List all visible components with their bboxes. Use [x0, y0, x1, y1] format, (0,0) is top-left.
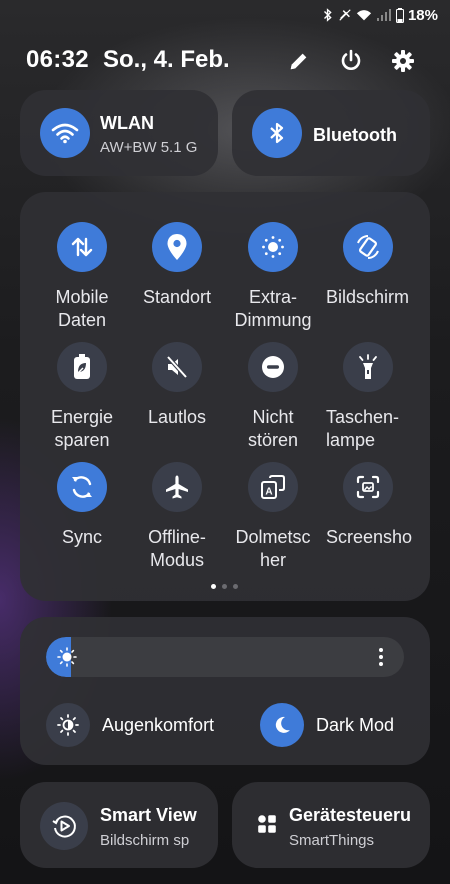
bluetooth-tile[interactable]: Bluetooth: [232, 90, 430, 176]
smart-view-subtitle: Bildschirm sp: [100, 832, 190, 849]
battery-status-icon: [395, 7, 404, 23]
qs-toggle-screenshot[interactable]: [343, 462, 393, 512]
qs-toggle-extra-dim[interactable]: [248, 222, 298, 272]
qs-label-mobile-data: Mobile Daten: [55, 287, 109, 330]
smart-view-tile[interactable]: Smart View Bildschirm sp: [20, 782, 218, 868]
qs-toggle-sync[interactable]: [57, 462, 107, 512]
qs-label-auto-rotate: Bildschirm: [326, 287, 410, 307]
device-control-subtitle: SmartThings: [289, 832, 375, 849]
flashlight-icon: [356, 353, 380, 381]
clock: 06:32: [26, 46, 89, 73]
sun-icon: [57, 647, 77, 667]
page-dot: [233, 584, 238, 589]
qs-toggle-mute[interactable]: [152, 342, 202, 392]
qs-toggle-battery-saver[interactable]: [57, 342, 107, 392]
dark-mode-label: Dark Mod: [316, 714, 395, 735]
location-icon: [166, 233, 188, 261]
eye-comfort-toggle[interactable]: Augenkomfort: [46, 703, 214, 747]
page-dot: [211, 584, 216, 589]
qs-toggle-auto-rotate[interactable]: [343, 222, 393, 272]
settings-button[interactable]: [386, 44, 420, 78]
smart-view-icon: [52, 815, 76, 838]
bluetooth-icon: [270, 122, 284, 144]
smart-view-title: Smart View: [100, 805, 197, 825]
eye-comfort-label: Augenkomfort: [102, 714, 215, 735]
qs-label-screenshot: Screensho: [326, 527, 413, 547]
qs-toggle-mobile-data[interactable]: [57, 222, 107, 272]
qs-label-battery-saver: Energie sparen: [50, 407, 114, 450]
qs-label-airplane: Offline- Modus: [148, 527, 206, 570]
qs-tile-flashlight[interactable]: Taschen- lampe: [320, 342, 416, 452]
pencil-icon: [290, 53, 307, 70]
wifi-status-icon: [356, 10, 372, 21]
mute-icon: [164, 354, 190, 380]
qs-tile-interpreter[interactable]: A Dolmetsc her: [225, 462, 321, 572]
bluetooth-status-icon: [323, 8, 332, 22]
bluetooth-toggle[interactable]: [252, 108, 302, 158]
qs-tile-airplane[interactable]: Offline- Modus: [129, 462, 225, 572]
qs-label-sync: Sync: [61, 527, 103, 547]
eye-comfort-icon: [57, 714, 79, 736]
wifi-toggle[interactable]: [40, 108, 90, 158]
qs-label-location: Standort: [142, 287, 212, 307]
do-not-disturb-icon: [260, 354, 286, 380]
brightness-panel: Augenkomfort Dark Mod: [20, 617, 430, 765]
qs-tile-sync[interactable]: Sync: [34, 462, 130, 549]
wifi-tile[interactable]: WLAN AW+BW 5.1 G: [20, 90, 218, 176]
wifi-title: WLAN: [100, 113, 154, 133]
qs-tile-battery-saver[interactable]: Energie sparen: [34, 342, 130, 452]
page-indicator: [211, 584, 238, 589]
qs-tile-auto-rotate[interactable]: Bildschirm: [320, 222, 416, 309]
more-options-icon[interactable]: [378, 647, 384, 667]
dark-mode-toggle[interactable]: Dark Mod: [260, 703, 420, 747]
dark-mode-icon: [275, 716, 290, 733]
page-dot: [222, 584, 227, 589]
qs-label-interpreter: Dolmetsc her: [235, 527, 311, 570]
qs-tile-extra-dim[interactable]: Extra- Dimmung: [225, 222, 321, 332]
qs-label-flashlight: Taschen- lampe: [326, 407, 400, 450]
qs-tile-mute[interactable]: Lautlos: [129, 342, 225, 429]
qs-label-mute: Lautlos: [147, 407, 207, 427]
qs-tile-mobile-data[interactable]: Mobile Daten: [34, 222, 130, 332]
qs-label-do-not-disturb: Nicht stören: [247, 407, 299, 450]
power-button[interactable]: [334, 44, 368, 78]
qs-tile-location[interactable]: Standort: [129, 222, 225, 309]
bluetooth-title: Bluetooth: [313, 125, 397, 145]
battery-saver-icon: [72, 353, 92, 381]
signal-status-icon: [376, 9, 391, 21]
status-bar: 18%: [322, 4, 438, 26]
qs-tile-screenshot[interactable]: Screensho: [320, 462, 416, 549]
airplane-icon: [164, 474, 190, 500]
qs-tile-do-not-disturb[interactable]: Nicht stören: [225, 342, 321, 452]
wifi-network-name: AW+BW 5.1 G: [100, 139, 198, 156]
device-control-title: Gerätesteueru: [289, 805, 412, 825]
date: So., 4. Feb.: [103, 46, 230, 73]
gear-icon: [392, 50, 414, 72]
screenshot-icon: [355, 474, 381, 500]
auto-rotate-icon: [354, 233, 382, 261]
power-icon: [341, 49, 361, 70]
qs-toggle-flashlight[interactable]: [343, 342, 393, 392]
qs-toggle-airplane[interactable]: [152, 462, 202, 512]
smartthings-icon: [258, 815, 276, 833]
sync-icon: [69, 474, 95, 500]
interpreter-icon: A: [259, 473, 287, 501]
wifi-icon: [51, 123, 79, 144]
qs-toggle-location[interactable]: [152, 222, 202, 272]
svg-text:A: A: [265, 487, 272, 498]
qs-toggle-do-not-disturb[interactable]: [248, 342, 298, 392]
brightness-slider[interactable]: [46, 637, 404, 677]
extra-dim-icon: [260, 234, 286, 260]
quick-settings-panel: Mobile Daten Standort Extra- Dimmung Bildsc…: [20, 192, 430, 601]
edit-button[interactable]: [282, 44, 316, 78]
qs-toggle-interpreter[interactable]: A: [248, 462, 298, 512]
mobile-data-icon: [69, 234, 95, 260]
battery-percentage: 18%: [407, 6, 438, 24]
mute-status-icon: [339, 9, 351, 21]
device-control-tile[interactable]: Gerätesteueru SmartThings: [232, 782, 430, 868]
qs-label-extra-dim: Extra- Dimmung: [234, 287, 312, 330]
